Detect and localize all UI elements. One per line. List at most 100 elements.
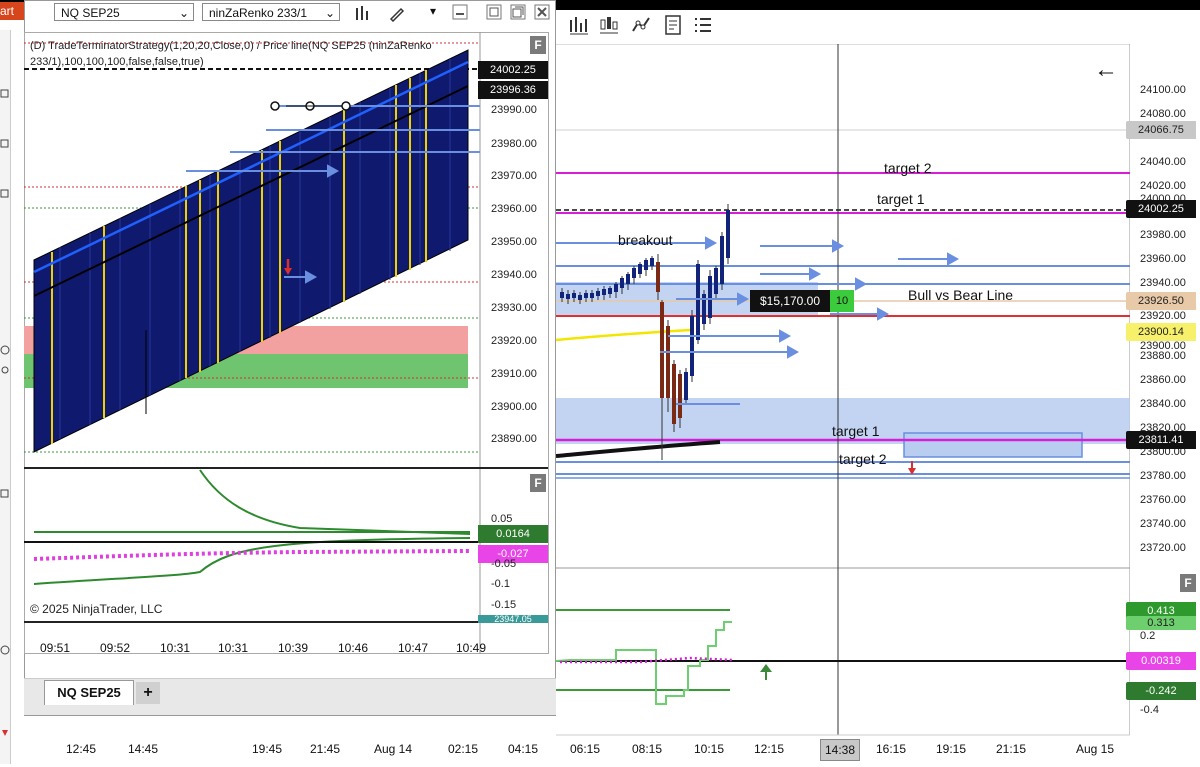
- time-tick: 10:15: [694, 742, 725, 756]
- time-tick: 12:45: [66, 742, 97, 756]
- price-tick: 23940.00: [491, 269, 537, 281]
- minimize-icon[interactable]: [452, 4, 468, 20]
- indicator-tick: -0.1: [491, 578, 510, 590]
- document-icon[interactable]: [662, 14, 684, 36]
- price-tick: 23780.00: [1140, 470, 1186, 482]
- price-badge-upper: 24066.75: [1126, 121, 1196, 139]
- position-pnl[interactable]: $15,170.00: [750, 290, 830, 312]
- period-select[interactable]: ninZaRenko 233/1 ⌄: [202, 3, 340, 21]
- period-select-value: ninZaRenko 233/1: [209, 6, 308, 20]
- chevron-down-icon: ⌄: [324, 6, 335, 20]
- drawing-tools-strip[interactable]: [0, 30, 11, 764]
- restore-icon[interactable]: [510, 4, 526, 20]
- indicator-tick: -0.05: [491, 558, 517, 570]
- chart-type-icon[interactable]: [598, 14, 620, 36]
- price-tick: 23720.00: [1140, 542, 1186, 554]
- price-tick: 23890.00: [491, 433, 537, 445]
- indicator-tick: -0.15: [491, 599, 517, 611]
- maximize-icon[interactable]: [486, 4, 502, 20]
- time-tick: 12:15: [754, 742, 785, 756]
- price-badge-black: 23811.41: [1126, 431, 1196, 449]
- price-tick: 23960.00: [1140, 253, 1186, 265]
- price-tick: 24080.00: [1140, 108, 1186, 120]
- target2-lower-label: target 2: [839, 451, 887, 467]
- dropdown-arrow-icon[interactable]: ▾: [430, 4, 442, 22]
- add-tab-button[interactable]: +: [136, 682, 160, 704]
- time-tick: 06:15: [570, 742, 601, 756]
- price-badge-second: 23996.36: [478, 81, 548, 99]
- instrument-select-value: NQ SEP25: [61, 6, 120, 20]
- price-tick: 23910.00: [491, 368, 537, 380]
- time-tick: 19:15: [936, 742, 967, 756]
- time-tick: 08:15: [632, 742, 663, 756]
- price-tick: 23980.00: [1140, 229, 1186, 241]
- time-tick: 19:45: [252, 742, 283, 756]
- list-icon[interactable]: [692, 14, 714, 36]
- tab-nq-sep25[interactable]: NQ SEP25: [44, 680, 134, 705]
- time-tick: 21:45: [310, 742, 341, 756]
- time-tick: Aug 15: [1076, 742, 1115, 756]
- strategy-label: (D) TradeTerminatorStrategy(1,20,20,Clos…: [30, 40, 432, 68]
- back-arrow-icon[interactable]: ←: [1094, 56, 1118, 84]
- indicator-badge-green: 0.0164: [478, 525, 548, 543]
- indicator-badge-dark-green: -0.242: [1126, 682, 1196, 700]
- instrument-select[interactable]: NQ SEP25 ⌄: [54, 3, 194, 21]
- bar-chart-icon[interactable]: [568, 14, 590, 36]
- time-tick: Aug 14: [374, 742, 413, 756]
- time-tick: 10:31: [218, 641, 249, 655]
- time-tick: 16:15: [876, 742, 907, 756]
- price-badge-target: 24002.25: [1126, 200, 1196, 218]
- trade-arrows: [556, 236, 960, 405]
- close-icon[interactable]: [534, 4, 550, 20]
- crosshair-time-badge: 14:38: [820, 739, 860, 761]
- popup-format-button[interactable]: F: [530, 36, 546, 54]
- breakout-label: breakout: [618, 232, 673, 248]
- price-tick: 23990.00: [491, 104, 537, 116]
- price-tick: 23960.00: [491, 203, 537, 215]
- price-tick: 23840.00: [1140, 398, 1186, 410]
- position-quantity[interactable]: 10: [830, 290, 854, 312]
- price-badge-orange: 23926.50: [1126, 292, 1196, 310]
- price-tick: 23940.00: [1140, 277, 1186, 289]
- popup-price-panel[interactable]: [24, 30, 556, 656]
- price-tick: 23920.00: [491, 335, 537, 347]
- price-tick: 24040.00: [1140, 156, 1186, 168]
- renko-bar-channel: [33, 49, 469, 453]
- price-tick: 23740.00: [1140, 518, 1186, 530]
- indicator-badge-magenta: 0.00319: [1126, 652, 1196, 670]
- time-tick: 04:15: [508, 742, 539, 756]
- price-tick: 23950.00: [491, 236, 537, 248]
- indicator-format-button[interactable]: F: [530, 474, 546, 492]
- price-tick: 24020.00: [1140, 180, 1186, 192]
- target2-upper-label: target 2: [884, 160, 932, 176]
- indicator-badge-partial: 23947.05: [478, 615, 548, 623]
- price-tick: 24100.00: [1140, 84, 1186, 96]
- panel-format-button[interactable]: F: [1180, 574, 1196, 592]
- long-arrow-icon: [760, 664, 772, 680]
- time-tick: 09:51: [40, 641, 71, 655]
- bar-chart-icon[interactable]: [354, 4, 372, 22]
- price-tick: 23980.00: [491, 138, 537, 150]
- chevron-down-icon: ⌄: [178, 6, 189, 20]
- price-tick: 23860.00: [1140, 374, 1186, 386]
- tab-label: NQ SEP25: [57, 685, 121, 700]
- target1-upper-label: target 1: [877, 191, 925, 207]
- indicator-tick: -0.4: [1140, 704, 1159, 716]
- pencil-icon[interactable]: [388, 4, 406, 23]
- line-chart-icon[interactable]: [630, 14, 652, 36]
- price-tick: 23880.00: [1140, 350, 1186, 362]
- time-tick: 10:39: [278, 641, 309, 655]
- price-badge-yellow: 23900.14: [1126, 323, 1196, 341]
- time-tick: 21:15: [996, 742, 1027, 756]
- copyright-text: © 2025 NinjaTrader, LLC: [30, 602, 163, 616]
- price-tick: 23920.00: [1140, 310, 1186, 322]
- target-box: [903, 432, 1083, 458]
- time-tick: 10:49: [456, 641, 487, 655]
- time-tick: 09:52: [100, 641, 131, 655]
- target1-lower-label: target 1: [832, 423, 880, 439]
- main-price-panel[interactable]: [556, 44, 1130, 764]
- indicator-tick: 0.2: [1140, 630, 1156, 642]
- short-arrow-icon: [908, 461, 916, 475]
- price-tick: 23970.00: [491, 170, 537, 182]
- time-tick: 10:31: [160, 641, 191, 655]
